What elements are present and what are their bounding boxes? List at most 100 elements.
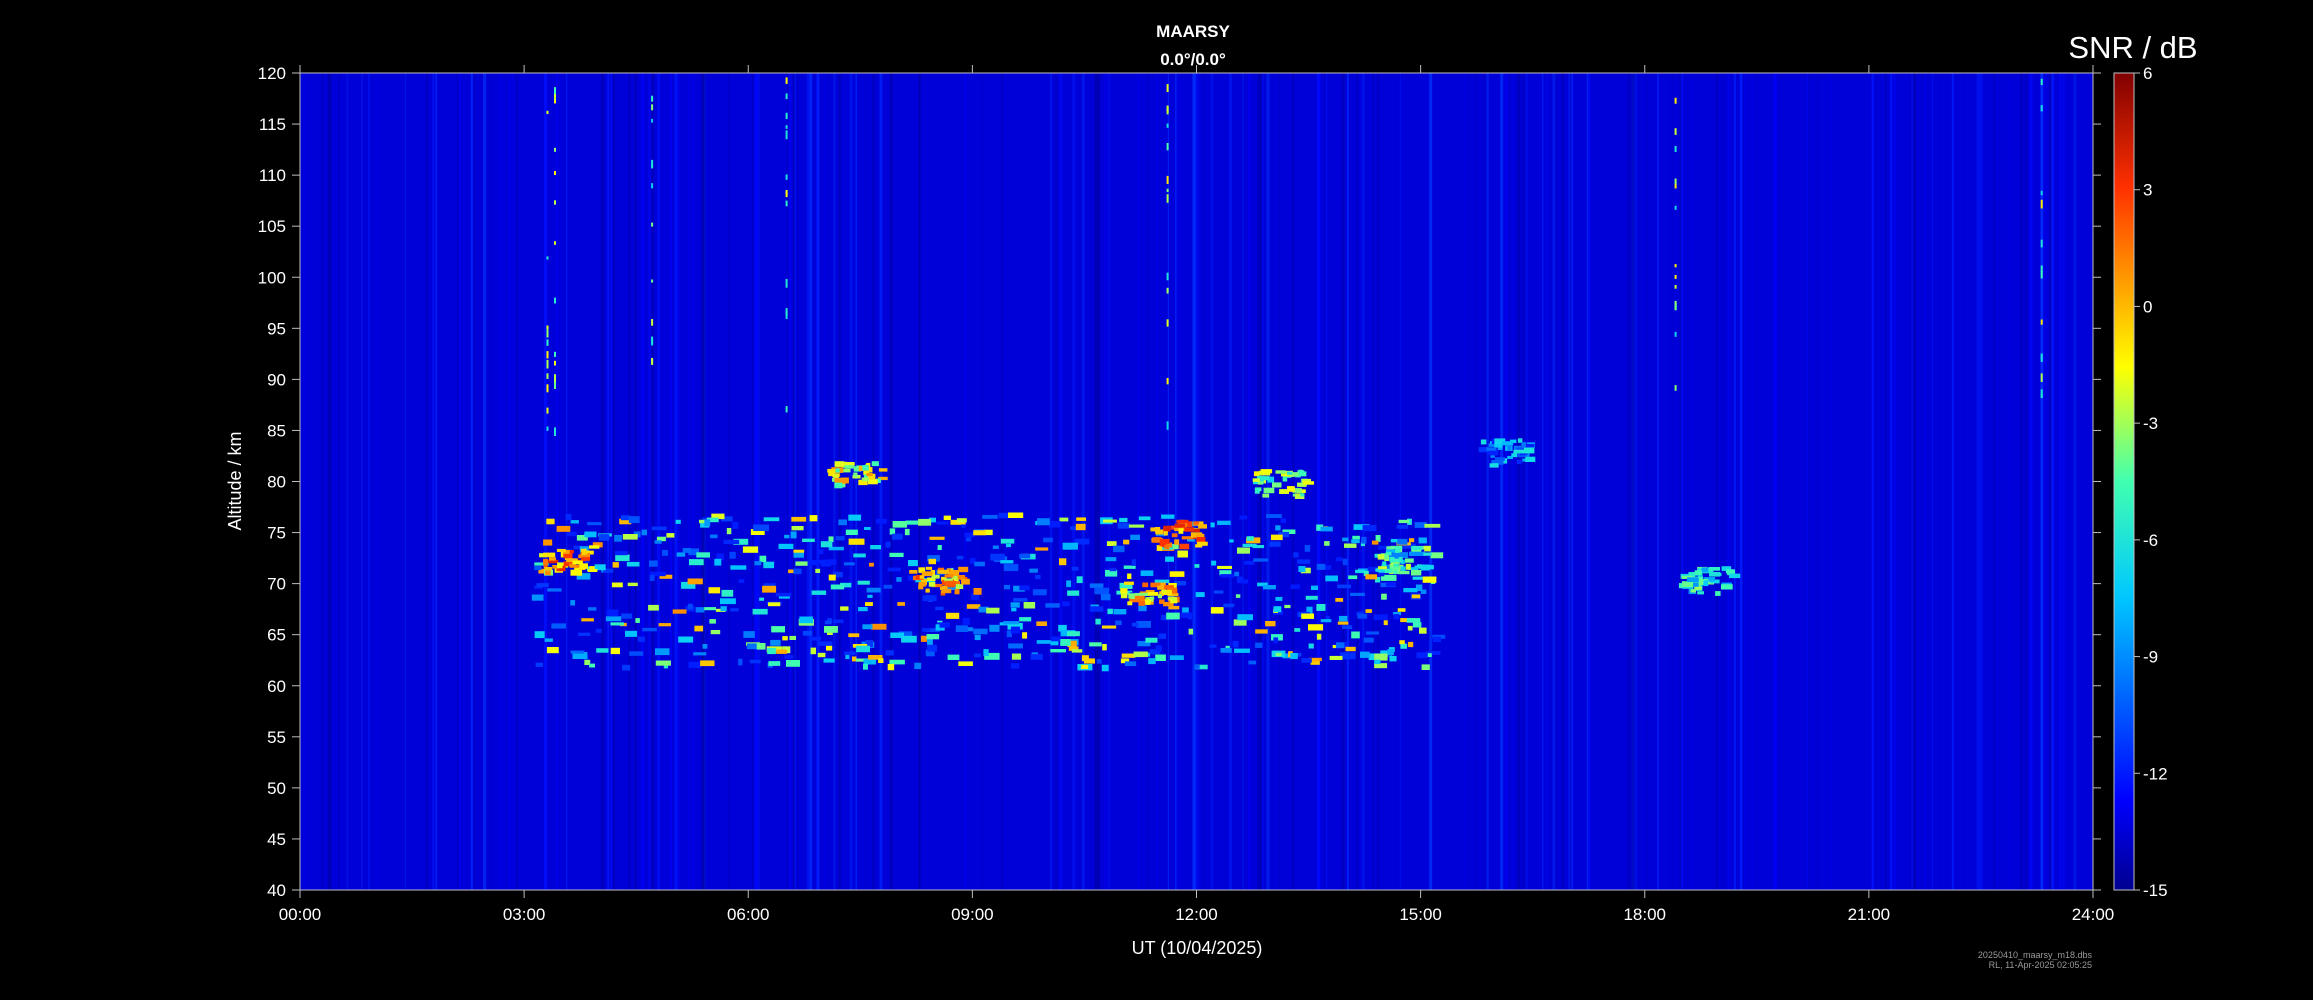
y-tick-label: 50	[267, 779, 286, 798]
meteor-echo	[2040, 199, 2043, 209]
echo-cell	[920, 635, 927, 642]
echo-cell	[1000, 560, 1014, 564]
x-axis-label: UT (10/04/2025)	[1132, 938, 1263, 958]
meteor-echo	[785, 174, 788, 180]
meteor-echo	[1674, 178, 1677, 185]
noise-streak	[1033, 73, 1035, 890]
echo-cell	[1248, 660, 1257, 665]
echo-cell	[1263, 487, 1275, 494]
meteor-echo	[546, 407, 549, 414]
noise-streak	[918, 73, 921, 890]
noise-streak	[1059, 73, 1063, 890]
noise-streak	[1520, 73, 1522, 890]
echo-cell	[984, 529, 993, 536]
echo-cell	[1103, 519, 1117, 523]
echo-cell	[885, 541, 891, 548]
echo-cell	[536, 583, 549, 588]
echo-cell	[1089, 606, 1104, 612]
echo-cell	[738, 579, 745, 583]
echo-cell	[1147, 592, 1159, 596]
echo-cell	[1229, 539, 1234, 543]
echo-cell	[1131, 622, 1139, 627]
noise-streak	[1884, 73, 1887, 890]
echo-cell	[973, 530, 986, 536]
noise-streak	[1726, 73, 1730, 890]
echo-cell	[1008, 643, 1023, 649]
noise-streak	[1399, 73, 1401, 890]
noise-streak	[1657, 73, 1659, 890]
noise-streak	[641, 73, 644, 890]
echo-cell	[1168, 605, 1180, 610]
echo-cell	[1275, 596, 1283, 601]
echo-cell	[1411, 569, 1422, 576]
x-tick-label: 15:00	[1399, 905, 1442, 924]
noise-streak	[738, 73, 741, 890]
noise-streak	[1107, 73, 1111, 890]
noise-streak	[1072, 73, 1076, 890]
echo-cell	[889, 552, 904, 557]
echo-cell	[1405, 558, 1414, 563]
colorbar: 6 3 0 -3 -6 -9 -12 -15	[2113, 64, 2168, 900]
echo-cell	[1149, 596, 1155, 600]
echo-cell	[726, 528, 732, 535]
noise-streak	[361, 73, 363, 890]
echo-cell	[889, 528, 896, 535]
echo-cell	[1100, 594, 1111, 601]
meteor-echo	[546, 339, 549, 343]
noise-streak	[601, 73, 604, 890]
echo-cell	[581, 551, 588, 555]
echo-cell	[605, 616, 622, 622]
meteor-echo	[651, 95, 654, 99]
echo-cell	[612, 562, 619, 568]
echo-cell	[693, 652, 707, 656]
meteor-echo	[651, 279, 654, 283]
echo-cell	[1311, 585, 1318, 590]
echo-cell	[961, 524, 966, 528]
echo-cell	[811, 590, 827, 595]
echo-cell	[615, 554, 630, 562]
echo-cell	[589, 663, 595, 668]
echo-cell	[1240, 579, 1249, 584]
echo-cell	[823, 658, 835, 663]
echo-cell	[1345, 646, 1356, 652]
echo-cell	[1389, 656, 1397, 662]
echo-cell	[1237, 614, 1253, 621]
colorbar-ticks: 6 3 0 -3 -6 -9 -12 -15	[2134, 64, 2168, 900]
echo-cell	[926, 634, 940, 640]
meteor-echo	[554, 200, 556, 205]
noise-streak	[849, 73, 853, 890]
echo-cell	[672, 609, 687, 614]
y-tick-label: 110	[259, 166, 286, 185]
echo-cell	[799, 616, 813, 624]
echo-cell	[869, 562, 874, 567]
y-tick-label: 65	[267, 626, 286, 645]
echo-cell	[807, 560, 817, 566]
noise-streak	[2053, 73, 2056, 890]
echo-cell	[1158, 633, 1167, 639]
echo-cell	[1089, 583, 1104, 588]
echo-cell	[775, 592, 792, 597]
echo-cell	[1184, 527, 1194, 532]
echo-cell	[1071, 649, 1083, 653]
echo-cell	[1362, 524, 1377, 532]
y-tick-label: 60	[267, 677, 286, 696]
echo-cell	[1223, 603, 1235, 608]
echo-cell	[848, 514, 862, 521]
noise-streak	[1292, 73, 1295, 890]
echo-cell	[768, 602, 781, 607]
echo-cell	[1293, 552, 1299, 558]
echo-cell	[786, 660, 800, 667]
noise-streak	[794, 73, 796, 890]
echo-cell	[1301, 613, 1314, 619]
noise-streak	[387, 73, 391, 890]
meteor-echo	[2040, 271, 2043, 279]
echo-cell	[1060, 639, 1071, 646]
echo-cell	[838, 519, 847, 526]
echo-cell	[828, 574, 836, 581]
meteor-echo	[785, 191, 788, 198]
echo-cell	[1357, 613, 1368, 619]
noise-streak	[459, 73, 462, 890]
echo-cell	[815, 568, 821, 573]
echo-cell	[1217, 520, 1231, 525]
echo-cell	[708, 587, 721, 594]
